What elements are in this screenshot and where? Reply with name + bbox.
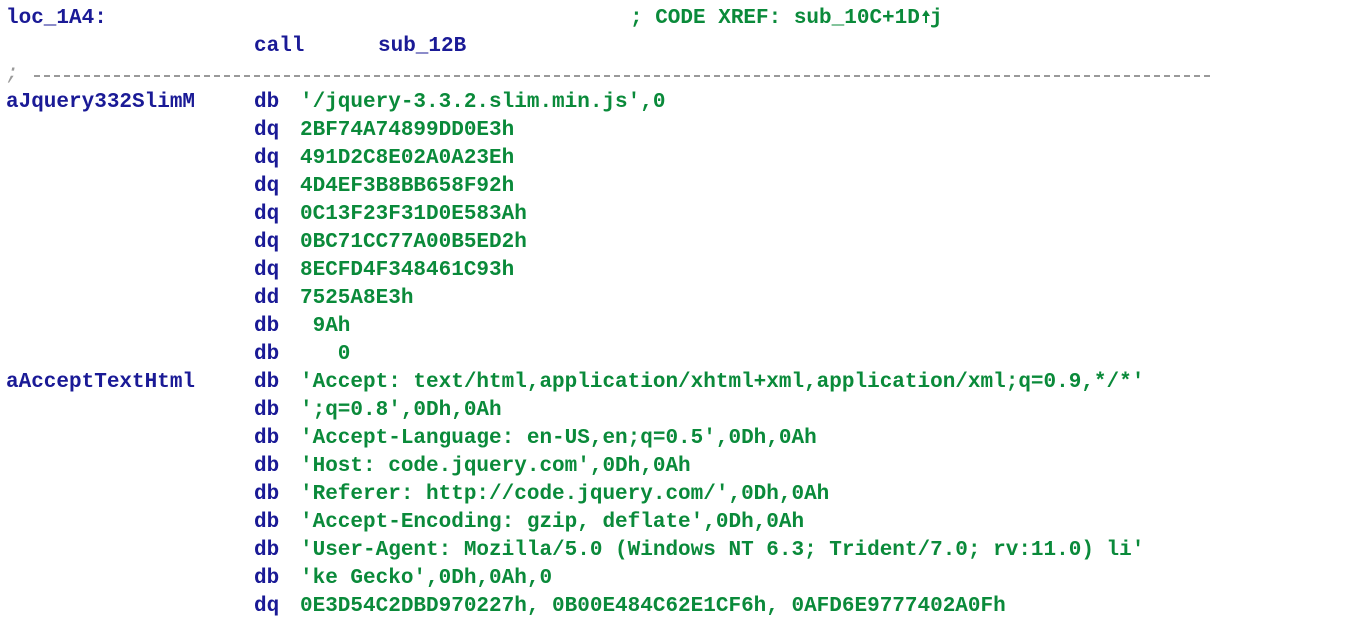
mnemonic: db [254,427,280,450]
operand: 491D2C8E02A0A23Eh [300,147,515,170]
operand: 2BF74A74899DD0E3h [300,119,515,142]
call-target[interactable]: sub_12B [378,35,466,58]
instruction: call sub_12B [254,33,466,61]
listing-row[interactable]: dq 0E3D54C2DBD970227h, 0B00E484C62E1CF6h,… [6,593,1364,621]
instruction: db 9Ah [254,313,350,341]
listing-row[interactable]: db 'Accept-Language: en-US,en;q=0.5',0Dh,… [6,425,1364,453]
listing-row[interactable]: dq 2BF74A74899DD0E3h [6,117,1364,145]
mnemonic: db [254,567,280,590]
mnemonic: db [254,483,280,506]
listing-row[interactable]: aJquery332SlimM db '/jquery-3.3.2.slim.min… [6,89,1364,117]
mnemonic: dq [254,147,280,170]
instruction: dq 4D4EF3B8BB658F92h [254,173,514,201]
mnemonic: db [254,511,280,534]
data-label[interactable]: aAcceptTextHtml [6,369,195,397]
operand: 0E3D54C2DBD970227h, 0B00E484C62E1CF6h, 0… [300,595,1006,618]
instruction: dq 8ECFD4F348461C93h [254,257,514,285]
call-instruction-line[interactable]: call sub_12B [6,33,1364,61]
mnemonic: call [254,35,305,58]
instruction: db 'Host: code.jquery.com',0Dh,0Ah [254,453,691,481]
operand: 0 [300,343,351,366]
instruction: db 'Referer: http://code.jquery.com/',0Dh… [254,481,829,509]
listing-row[interactable]: dq 4D4EF3B8BB658F92h [6,173,1364,201]
listing-row[interactable]: dd 7525A8E3h [6,285,1364,313]
operand: 7525A8E3h [300,287,414,310]
listing-row[interactable]: db 'Referer: http://code.jquery.com/',0Dh… [6,481,1364,509]
operand: '/jquery-3.3.2.slim.min.js',0 [300,91,666,114]
listing-row[interactable]: dq 0BC71CC77A00B5ED2h [6,229,1364,257]
listing-row[interactable]: dq 491D2C8E02A0A23Eh [6,145,1364,173]
listing-row[interactable]: dq 0C13F23F31D0E583Ah [6,201,1364,229]
up-arrow-icon [920,10,930,24]
xref-type: j [929,7,943,30]
operand: ';q=0.8',0Dh,0Ah [300,399,502,422]
operand: 'Accept-Language: en-US,en;q=0.5',0Dh,0A… [300,427,817,450]
instruction: db '/jquery-3.3.2.slim.min.js',0 [254,89,665,117]
mnemonic: dd [254,287,280,310]
instruction: dq 0E3D54C2DBD970227h, 0B00E484C62E1CF6h,… [254,593,1006,621]
instruction: dq 491D2C8E02A0A23Eh [254,145,514,173]
operand: 'ke Gecko',0Dh,0Ah,0 [300,567,553,590]
separator-rule [34,75,1210,77]
mnemonic: db [254,539,280,562]
listing-row[interactable]: db 'User-Agent: Mozilla/5.0 (Windows NT 6… [6,537,1364,565]
data-rows: aJquery332SlimM db '/jquery-3.3.2.slim.min… [6,89,1364,621]
operand: 'User-Agent: Mozilla/5.0 (Windows NT 6.3… [300,539,1145,562]
listing-row[interactable]: dq 8ECFD4F348461C93h [6,257,1364,285]
data-label[interactable]: aJquery332SlimM [6,89,195,117]
mnemonic: db [254,343,280,366]
mnemonic: db [254,91,280,114]
operand: 9Ah [300,315,351,338]
code-label[interactable]: loc_1A4: [6,5,107,33]
mnemonic: db [254,371,280,394]
listing-row[interactable]: db 0 [6,341,1364,369]
instruction: db 'Accept-Encoding: gzip, deflate',0Dh,0… [254,509,804,537]
loc-label-line[interactable]: loc_1A4: ; CODE XREF: sub_10C+1D j [6,5,1364,33]
mnemonic: dq [254,259,280,282]
separator-semicolon: ; [6,63,19,86]
listing-row[interactable]: aAcceptTextHtml db 'Accept: text/html,appl… [6,369,1364,397]
mnemonic: db [254,399,280,422]
mnemonic: dq [254,595,280,618]
operand: 0BC71CC77A00B5ED2h [300,231,527,254]
operand: 'Accept: text/html,application/xhtml+xml… [300,371,1145,394]
operand: 'Accept-Encoding: gzip, deflate',0Dh,0Ah [300,511,805,534]
disassembly-listing: loc_1A4: ; CODE XREF: sub_10C+1D j call su… [6,5,1364,621]
listing-row[interactable]: db ';q=0.8',0Dh,0Ah [6,397,1364,425]
instruction: dq 2BF74A74899DD0E3h [254,117,514,145]
operand: 8ECFD4F348461C93h [300,259,515,282]
instruction: db 'Accept-Language: en-US,en;q=0.5',0Dh,… [254,425,817,453]
operand: 0C13F23F31D0E583Ah [300,203,527,226]
instruction: dq 0C13F23F31D0E583Ah [254,201,527,229]
mnemonic: dq [254,119,280,142]
instruction: dq 0BC71CC77A00B5ED2h [254,229,527,257]
operand: 4D4EF3B8BB658F92h [300,175,515,198]
instruction: db ';q=0.8',0Dh,0Ah [254,397,502,425]
mnemonic: dq [254,231,280,254]
mnemonic: db [254,455,280,478]
xref-comment[interactable]: ; CODE XREF: sub_10C+1D j [630,5,942,33]
instruction: db 'Accept: text/html,application/xhtml+x… [254,369,1144,397]
listing-row[interactable]: db 9Ah [6,313,1364,341]
listing-row[interactable]: db 'ke Gecko',0Dh,0Ah,0 [6,565,1364,593]
operand: 'Referer: http://code.jquery.com/',0Dh,0… [300,483,830,506]
mnemonic: dq [254,175,280,198]
instruction: db 'User-Agent: Mozilla/5.0 (Windows NT 6… [254,537,1144,565]
instruction: db 0 [254,341,350,369]
mnemonic: db [254,315,280,338]
instruction: dd 7525A8E3h [254,285,413,313]
operand: 'Host: code.jquery.com',0Dh,0Ah [300,455,691,478]
listing-row[interactable]: db 'Host: code.jquery.com',0Dh,0Ah [6,453,1364,481]
separator-line: ; [6,61,1364,89]
instruction: db 'ke Gecko',0Dh,0Ah,0 [254,565,552,593]
listing-row[interactable]: db 'Accept-Encoding: gzip, deflate',0Dh,0… [6,509,1364,537]
mnemonic: dq [254,203,280,226]
xref-comment-text: ; CODE XREF: sub_10C+1D [630,7,920,30]
